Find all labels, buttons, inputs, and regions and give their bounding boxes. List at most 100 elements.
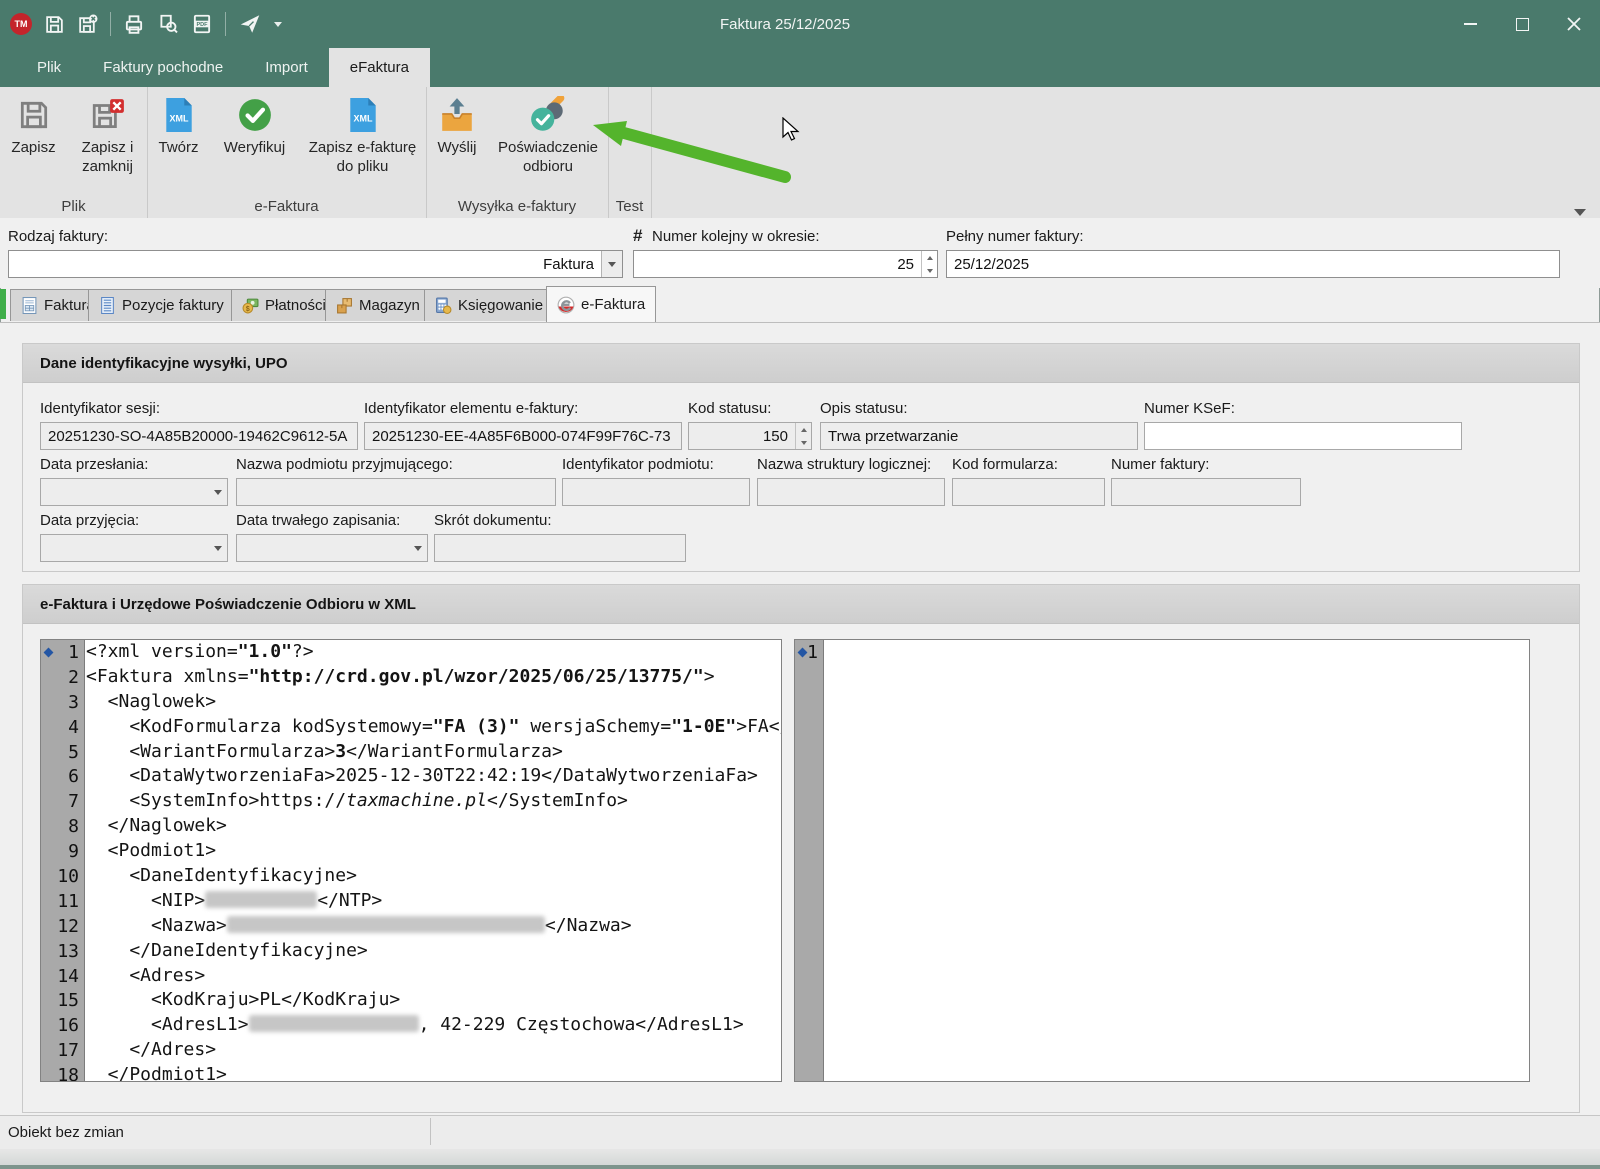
list-icon: [99, 297, 116, 314]
chevron-down-icon[interactable]: [601, 251, 622, 277]
code-line: <SystemInfo>https://taxmachine.pl</Syste…: [86, 789, 781, 814]
receipt-stamp-icon: [528, 95, 568, 135]
rodzaj-faktury-combobox[interactable]: Faktura: [8, 250, 623, 278]
opis-statusu-input[interactable]: Trwa przetwarzanie: [820, 422, 1138, 450]
ribbon-collapse-chevron-icon[interactable]: [1574, 209, 1586, 216]
spinner-buttons[interactable]: [921, 251, 937, 277]
zapisz-i-zamknij-button[interactable]: Zapisz i zamknij: [72, 93, 144, 176]
nazwa-struktury-input[interactable]: [757, 478, 945, 506]
kod-formularza-input[interactable]: [952, 478, 1105, 506]
chevron-down-icon[interactable]: [209, 479, 227, 505]
verify-check-icon: [237, 95, 273, 135]
data-przyjecia-label: Data przyjęcia:: [40, 512, 139, 529]
code-line: <AdresL1>, 42-229 Częstochowa</AdresL1>: [86, 1013, 781, 1038]
window-bottom-edge: [0, 1165, 1600, 1169]
efaktura-tab-content: Dane identyfikacyjne wysyłki, UPO Identy…: [0, 322, 1600, 1116]
toolbar-more-dropdown-icon[interactable]: [274, 22, 282, 27]
mouse-cursor: [782, 117, 802, 143]
tab-magazyn[interactable]: Magazyn: [325, 289, 431, 321]
menu-tab-efaktura[interactable]: eFaktura: [329, 48, 430, 87]
tab-ksiegowanie[interactable]: Księgowanie: [424, 289, 554, 321]
data-przeslania-combobox[interactable]: [40, 478, 228, 506]
send-icon[interactable]: [238, 12, 262, 36]
nazwa-podmiotu-input[interactable]: [236, 478, 556, 506]
xml-editor-upo[interactable]: 1: [794, 639, 1530, 1082]
numer-kolejny-spinbox[interactable]: 25: [633, 250, 938, 278]
wyslij-button[interactable]: Wyślij: [430, 93, 484, 157]
data-przyjecia-combobox[interactable]: [40, 534, 228, 562]
tab-efaktura[interactable]: e-Faktura: [546, 286, 656, 322]
identyfikator-sesji-input[interactable]: 20251230-SO-4A85B20000-19462C9612-5A: [40, 422, 358, 450]
zapisz-efakture-do-pliku-button[interactable]: XML Zapisz e-fakturę do pliku: [302, 93, 424, 176]
modified-marker-icon: [44, 647, 54, 657]
clipped-tab-edge: [0, 289, 6, 319]
export-pdf-icon[interactable]: PDF: [191, 13, 213, 35]
application-window: Faktura 25/12/2025 TM: [0, 0, 1600, 1169]
line-number-gutter: 1: [795, 640, 824, 1081]
svg-text:XML: XML: [353, 113, 373, 123]
app-logo-tm-icon[interactable]: TM: [10, 13, 32, 35]
code-line: <WariantFormularza>3</WariantFormularza>: [86, 740, 781, 765]
code-line: <Faktura xmlns="http://crd.gov.pl/wzor/2…: [86, 665, 781, 690]
maximize-button[interactable]: [1496, 0, 1548, 48]
close-button[interactable]: [1548, 0, 1600, 48]
tworz-button[interactable]: XML Twórz: [150, 93, 208, 157]
xml-code[interactable]: <?xml version="1.0"?><Faktura xmlns="htt…: [85, 640, 781, 1081]
data-zapisania-label: Data trwałego zapisania:: [236, 512, 400, 529]
titlebar: Faktura 25/12/2025 TM: [0, 0, 1600, 48]
xml-file-icon: XML: [348, 95, 378, 135]
status-divider: [430, 1118, 431, 1145]
tab-pozycje-faktury[interactable]: Pozycje faktury: [88, 289, 235, 321]
skrot-dokumentu-input[interactable]: [434, 534, 686, 562]
document-tabstrip: Faktura Pozycje faktury $ Płatności: [0, 286, 1600, 322]
save-icon[interactable]: [44, 14, 65, 35]
identyfikator-elementu-input[interactable]: 20251230-EE-4A85F6B000-074F99F76C-73: [364, 422, 682, 450]
upo-xml-code[interactable]: [824, 640, 1529, 1081]
print-icon[interactable]: [123, 13, 145, 35]
poswiadczenie-odbioru-button[interactable]: Poświadczenie odbioru: [492, 93, 604, 176]
ribbon-group-label: Plik: [0, 198, 147, 215]
menu-tab-faktury-pochodne[interactable]: Faktury pochodne: [82, 48, 244, 87]
code-line: <KodKraju>PL</KodKraju>: [86, 988, 781, 1013]
nazwa-struktury-label: Nazwa struktury logicznej:: [757, 456, 931, 473]
code-line: <?xml version="1.0"?>: [86, 640, 781, 665]
code-line: </Podmiot1>: [86, 1063, 781, 1081]
xml-editor-efaktura[interactable]: 123456789101112131415161718 <?xml versio…: [40, 639, 782, 1082]
chevron-down-icon[interactable]: [409, 535, 427, 561]
chevron-down-icon[interactable]: [209, 535, 227, 561]
menu-tab-plik[interactable]: Plik: [16, 48, 82, 87]
ribbon-group-test: Test: [608, 87, 652, 218]
invoice-doc-icon: [21, 297, 38, 314]
print-preview-icon[interactable]: [157, 13, 179, 35]
ribbon: Zapisz Zapisz i zamknij Plik: [0, 87, 1600, 219]
payments-icon: $: [242, 297, 259, 314]
code-line: </DaneIdentyfikacyjne>: [86, 939, 781, 964]
code-line: </Naglowek>: [86, 814, 781, 839]
ribbon-group-wysylka: Wyślij Poświadczenie odbioru Wysyłka e-f…: [426, 87, 609, 218]
save-icon: [17, 95, 51, 135]
menu-bar: Plik Faktury pochodne Import eFaktura: [0, 48, 1600, 87]
tab-platnosci[interactable]: $ Płatności: [231, 289, 337, 321]
ribbon-group-plik: Zapisz Zapisz i zamknij Plik: [0, 87, 148, 218]
modified-marker-icon: [798, 647, 808, 657]
numer-faktury-input[interactable]: [1111, 478, 1301, 506]
identyfikator-podmiotu-input[interactable]: [562, 478, 750, 506]
kod-statusu-spinbox[interactable]: 150: [688, 422, 812, 450]
redacted-text: [205, 891, 317, 908]
identyfikator-sesji-label: Identyfikator sesji:: [40, 400, 160, 417]
xml-file-icon: XML: [164, 95, 194, 135]
hash-icon: #: [633, 226, 642, 246]
save-close-icon[interactable]: [77, 14, 98, 35]
minimize-button[interactable]: [1444, 0, 1496, 48]
zapisz-button[interactable]: Zapisz: [4, 93, 64, 157]
pelny-numer-input[interactable]: 25/12/2025: [946, 250, 1560, 278]
send-upload-icon: [438, 95, 476, 135]
weryfikuj-button[interactable]: Weryfikuj: [216, 93, 294, 157]
redacted-text: [249, 1015, 419, 1032]
numer-ksef-input[interactable]: [1144, 422, 1462, 450]
ribbon-group-label: e-Faktura: [147, 198, 426, 215]
data-zapisania-combobox[interactable]: [236, 534, 428, 562]
spinner-buttons[interactable]: [795, 423, 811, 449]
menu-tab-import[interactable]: Import: [244, 48, 329, 87]
save-close-icon: [90, 95, 126, 135]
